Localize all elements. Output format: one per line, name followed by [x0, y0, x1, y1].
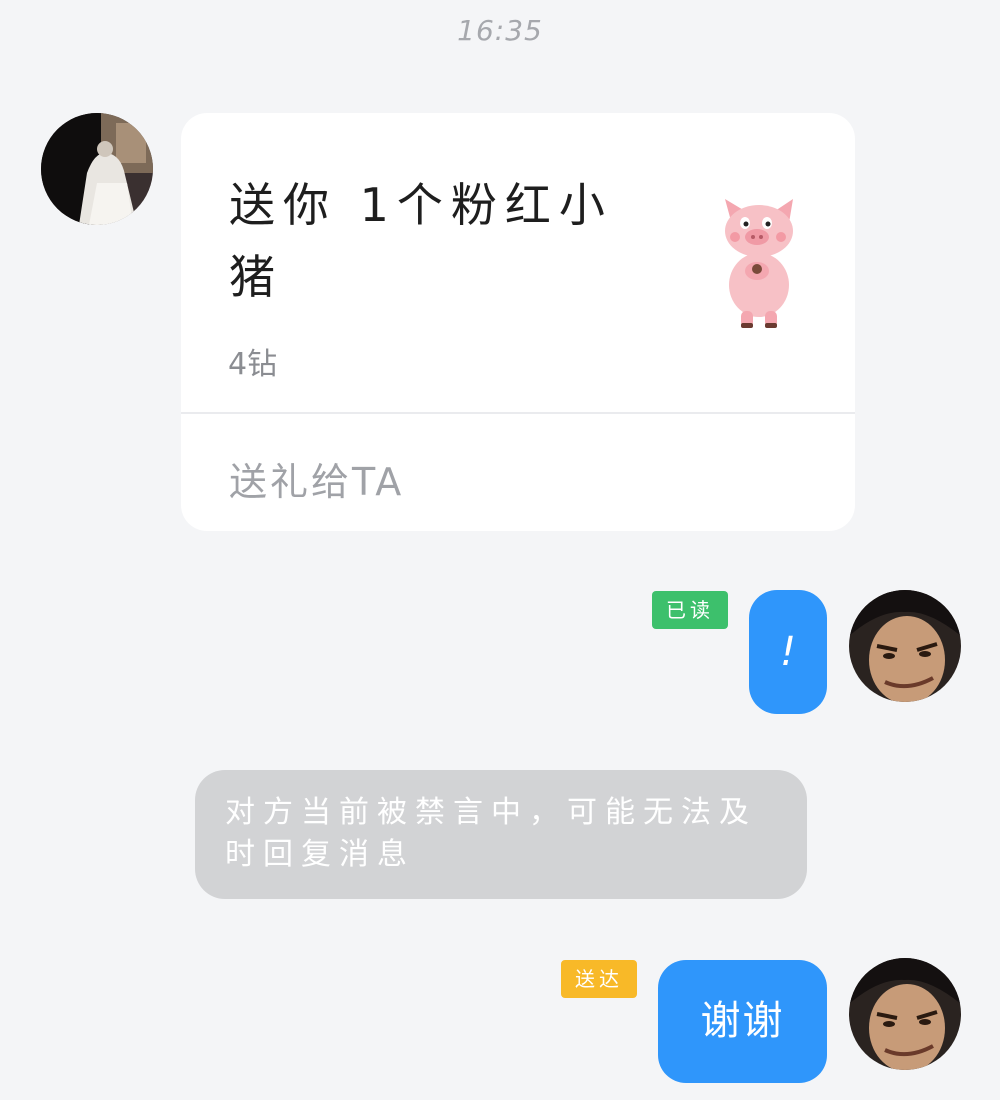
send-gift-button[interactable]: 送礼给TA: [229, 451, 404, 506]
outgoing-message-bubble[interactable]: !: [749, 590, 827, 714]
pink-pig-sticker-icon: [711, 193, 811, 333]
muted-system-notice: 对方当前被禁言中，可能无法及时回复消息: [195, 770, 807, 899]
read-status-badge: 已读: [652, 591, 728, 629]
gift-card[interactable]: 送你 1个粉红小猪 4钻 送礼给TA: [181, 113, 855, 531]
chat-timestamp: 16:35: [457, 14, 543, 47]
outgoing-message-bubble[interactable]: 谢谢: [658, 960, 827, 1083]
gift-price: 4钻: [228, 347, 278, 382]
self-avatar[interactable]: [849, 958, 961, 1070]
self-avatar[interactable]: [849, 590, 961, 702]
gift-title: 送你 1个粉红小猪: [229, 178, 613, 304]
contact-avatar[interactable]: [41, 113, 153, 225]
gift-card-divider: [181, 412, 855, 414]
delivered-status-badge: 送达: [561, 960, 637, 998]
